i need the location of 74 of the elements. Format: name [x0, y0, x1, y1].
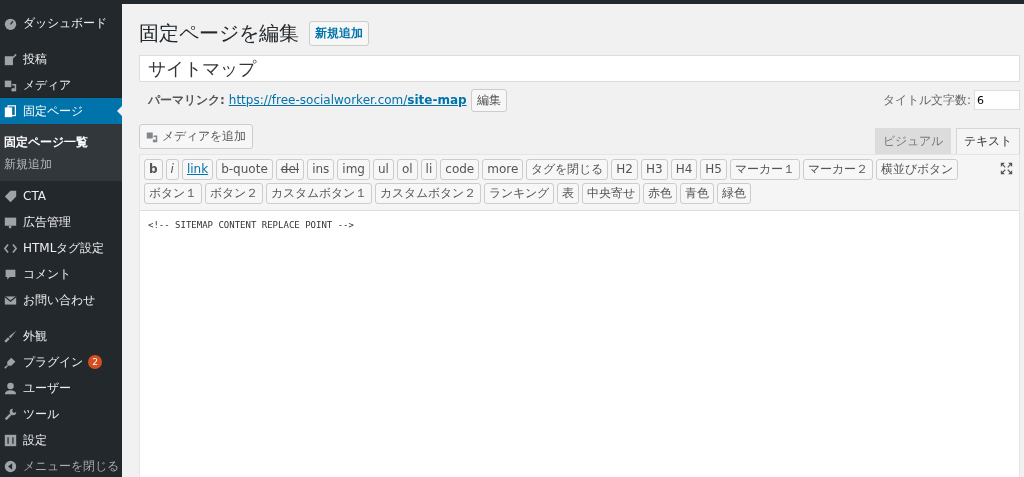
- permalink-label: パーマリンク:: [148, 91, 225, 109]
- quicktag-button[interactable]: b-quote: [216, 159, 273, 180]
- quicktag-button[interactable]: タグを閉じる: [526, 159, 609, 180]
- permalink-link[interactable]: https://free-socialworker.com/site-map: [228, 93, 467, 107]
- quicktag-button[interactable]: マーカー２: [803, 159, 873, 180]
- sidebar-item[interactable]: メニューを閉じる: [0, 453, 122, 477]
- title-count-field[interactable]: 6: [974, 90, 1020, 110]
- quicktag-button[interactable]: H2: [611, 159, 638, 180]
- update-count-badge: 2: [88, 355, 102, 369]
- quicktag-button[interactable]: ランキング: [484, 183, 554, 204]
- editor-tab[interactable]: テキスト: [956, 128, 1020, 154]
- quicktag-button[interactable]: 青色: [680, 183, 714, 204]
- quicktag-button[interactable]: H4: [670, 159, 698, 180]
- title-count-label: タイトル文字数:: [882, 91, 971, 109]
- quicktag-button[interactable]: ul: [372, 159, 394, 180]
- submenu-item[interactable]: 新規追加: [0, 153, 122, 175]
- editor-textarea[interactable]: <!-- SITEMAP CONTENT REPLACE POINT -->: [140, 211, 1019, 477]
- person-icon: [4, 381, 17, 395]
- quicktag-button[interactable]: マーカー１: [730, 159, 800, 180]
- quicktag-button[interactable]: del: [275, 159, 305, 180]
- sidebar-item[interactable]: 固定ページ: [0, 98, 122, 124]
- quicktag-button[interactable]: ins: [307, 159, 335, 180]
- sidebar-item[interactable]: CTA: [0, 183, 122, 209]
- tag-icon: [4, 189, 17, 203]
- add-new-button[interactable]: 新規追加: [309, 20, 369, 46]
- submenu-item[interactable]: 固定ページ一覧: [0, 131, 122, 153]
- billboard-icon: [4, 215, 17, 229]
- quicktag-button[interactable]: 赤色: [643, 183, 677, 204]
- quicktag-button[interactable]: li: [420, 159, 438, 180]
- sidebar-item[interactable]: 設定: [0, 427, 122, 453]
- quicktag-button[interactable]: i: [165, 159, 179, 180]
- quicktag-button[interactable]: img: [337, 159, 370, 180]
- sidebar-item[interactable]: ユーザー: [0, 375, 122, 401]
- quicktag-button[interactable]: 横並びボタン: [876, 159, 958, 180]
- title-field[interactable]: サイトマップ: [139, 55, 1020, 82]
- quicktag-button[interactable]: 表: [557, 183, 579, 204]
- fullscreen-icon[interactable]: [1000, 162, 1013, 175]
- sidebar-item[interactable]: 外観: [0, 323, 122, 349]
- quicktag-button[interactable]: b: [144, 159, 163, 180]
- quicktag-button[interactable]: ボタン２: [205, 183, 263, 204]
- quicktag-button[interactable]: H5: [700, 159, 727, 180]
- gauge-icon: [4, 16, 17, 30]
- quicktag-button[interactable]: 中央寄せ: [582, 183, 640, 204]
- quicktag-button[interactable]: カスタムボタン２: [375, 183, 481, 204]
- collapse-icon: [4, 459, 17, 473]
- sidebar-item[interactable]: 広告管理: [0, 209, 122, 235]
- brush-icon: [4, 329, 17, 343]
- quicktag-button[interactable]: more: [482, 159, 524, 180]
- pages-icon: [4, 104, 17, 118]
- edit-button[interactable]: 編集: [470, 88, 507, 112]
- code-icon: [4, 241, 17, 255]
- comment-icon: [4, 267, 17, 281]
- sidebar-item[interactable]: プラグイン 2: [0, 349, 122, 375]
- media-icon: [146, 130, 158, 143]
- sidebar-item[interactable]: コメント: [0, 261, 122, 287]
- sidebar-item[interactable]: ツール: [0, 401, 122, 427]
- sidebar-item[interactable]: 投稿: [0, 46, 122, 72]
- quicktag-button[interactable]: H3: [641, 159, 668, 180]
- media-icon: [4, 78, 17, 92]
- quicktag-button[interactable]: ボタン１: [144, 183, 202, 204]
- sidebar-item[interactable]: HTMLタグ設定: [0, 235, 122, 261]
- page-title: 固定ページを編集: [139, 19, 299, 47]
- pencil-icon: [4, 52, 17, 66]
- quicktag-button[interactable]: カスタムボタン１: [266, 183, 372, 204]
- quicktag-button[interactable]: code: [440, 159, 480, 180]
- mail-icon: [4, 293, 17, 307]
- sidebar-item[interactable]: お問い合わせ: [0, 287, 122, 313]
- wrench-icon: [4, 407, 17, 421]
- add-media-button[interactable]: メディアを追加: [139, 124, 253, 149]
- quicktag-button[interactable]: ol: [396, 159, 418, 180]
- sidebar-item[interactable]: メディア: [0, 72, 122, 98]
- sidebar-item[interactable]: ダッシュボード: [0, 10, 122, 36]
- quicktag-button[interactable]: 緑色: [717, 183, 751, 204]
- quicktag-button[interactable]: link: [181, 159, 214, 180]
